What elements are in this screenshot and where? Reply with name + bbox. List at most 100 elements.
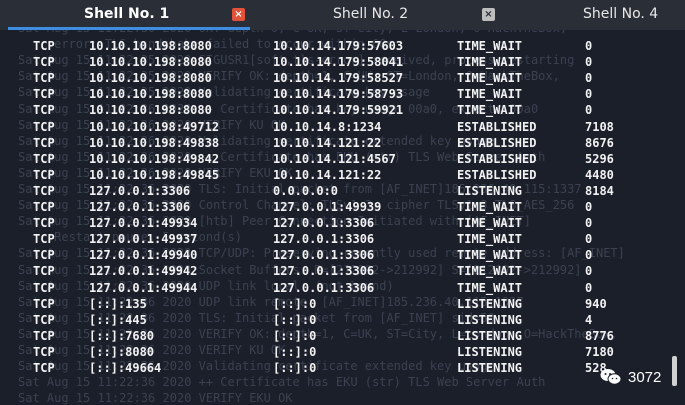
pid-cell: 4480 — [585, 167, 614, 182]
protocol-cell: TCP — [33, 344, 55, 359]
foreign-address-cell: 10.10.14.8:1234 — [273, 119, 382, 134]
protocol-cell: TCP — [33, 328, 55, 343]
watermark: 3072 — [600, 363, 661, 391]
table-row: TCP 127.0.0.1:3306 127.0.0.1:49939 TIME_WAI… — [0, 200, 685, 216]
protocol-cell: TCP — [33, 151, 55, 166]
foreign-address-cell: 127.0.0.1:3306 — [273, 280, 375, 295]
pid-cell: 0 — [585, 103, 593, 118]
pid-cell: 0 — [585, 232, 593, 247]
local-address-cell: 127.0.0.1:49944 — [89, 280, 198, 295]
local-address-cell: 127.0.0.1:49940 — [89, 248, 198, 263]
state-cell: ESTABLISHED — [457, 167, 537, 182]
table-row: TCP 10.10.10.198:49842 10.10.14.121:4567 ES… — [0, 152, 685, 168]
foreign-address-cell: 0.0.0.0:0 — [273, 183, 339, 198]
table-row: TCP 127.0.0.1:3306 0.0.0.0:0 LISTENING 8184 — [0, 184, 685, 200]
table-row: TCP 127.0.0.1:49940 127.0.0.1:3306 TIME_WAI… — [0, 248, 685, 264]
state-cell: TIME_WAIT — [457, 55, 523, 70]
terminal-output[interactable]: Sat Aug 15 11:22:30 2020 OK: depth=0, C=… — [0, 30, 685, 405]
foreign-address-cell: 10.10.14.121:22 — [273, 167, 382, 182]
pid-cell: 0 — [585, 200, 593, 214]
foreign-address-cell: 10.10.14.179:57603 — [273, 39, 404, 53]
protocol-cell: TCP — [33, 39, 55, 53]
local-address-cell: 10.10.10.198:8080 — [89, 103, 212, 118]
foreign-address-cell: 10.10.14.179:58527 — [273, 71, 404, 86]
state-cell: TIME_WAIT — [457, 216, 523, 231]
protocol-cell: TCP — [33, 264, 55, 279]
state-cell: ESTABLISHED — [457, 119, 537, 134]
state-cell: ESTABLISHED — [457, 135, 537, 150]
local-address-cell: 127.0.0.1:3306 — [89, 183, 191, 198]
local-address-cell: 10.10.10.198:49842 — [89, 151, 220, 166]
protocol-cell: TCP — [33, 232, 55, 247]
tab-label: Shell No. 4 — [583, 6, 659, 22]
foreign-address-cell: 10.10.14.179:58793 — [273, 87, 404, 102]
tab-shell-1[interactable]: Shell No. 1 × — [0, 0, 255, 30]
state-cell: TIME_WAIT — [457, 87, 523, 102]
table-row: TCP 10.10.10.198:8080 10.10.14.179:58527 TI… — [0, 71, 685, 87]
pid-cell: 0 — [585, 264, 593, 279]
table-row: TCP 10.10.10.198:8080 10.10.14.179:59921 TI… — [0, 103, 685, 119]
local-address-cell: 10.10.10.198:8080 — [89, 87, 212, 102]
foreign-address-cell: 127.0.0.1:3306 — [273, 264, 375, 279]
close-icon[interactable]: × — [482, 8, 495, 21]
protocol-cell: TCP — [33, 183, 55, 198]
wechat-icon — [600, 369, 622, 385]
table-row: TCP 10.10.10.198:8080 10.10.14.179:57603 TI… — [0, 39, 685, 55]
state-cell: TIME_WAIT — [457, 39, 523, 53]
table-row: TCP 10.10.10.198:49838 10.10.14.121:22 ESTA… — [0, 136, 685, 152]
state-cell: TIME_WAIT — [457, 264, 523, 279]
foreign-address-cell: 127.0.0.1:49939 — [273, 200, 382, 214]
local-address-cell: 10.10.10.198:8080 — [89, 39, 212, 53]
close-icon[interactable]: × — [232, 8, 245, 21]
local-address-cell: 10.10.10.198:8080 — [89, 55, 212, 70]
tab-bar: Shell No. 1 × Shell No. 2 × Shell No. 4 — [0, 0, 685, 30]
state-cell: LISTENING — [457, 312, 523, 327]
pid-cell: 8776 — [585, 328, 614, 343]
local-address-cell: [::]:7680 — [89, 328, 155, 343]
local-address-cell: 10.10.10.198:49838 — [89, 135, 220, 150]
protocol-cell: TCP — [33, 103, 55, 118]
protocol-cell: TCP — [33, 296, 55, 311]
table-row: TCP 10.10.10.198:49845 10.10.14.121:22 ESTA… — [0, 168, 685, 184]
pid-cell: 8184 — [585, 183, 614, 198]
table-row: TCP [::]:135 [::]:0 LISTENING 940 — [0, 297, 685, 313]
foreign-address-cell: [::]:0 — [273, 296, 317, 311]
table-row: TCP [::]:445 [::]:0 LISTENING 4 — [0, 313, 685, 329]
background-log-line: Sat Aug 15 11:22:36 2020 ++ Certificate … — [18, 375, 546, 390]
table-row: TCP [::]:7680 [::]:0 LISTENING 8776 — [0, 329, 685, 345]
pid-cell: 5296 — [585, 151, 614, 166]
state-cell: TIME_WAIT — [457, 232, 523, 247]
table-row: TCP 10.10.10.198:49712 10.10.14.8:1234 ESTA… — [0, 120, 685, 136]
protocol-cell: TCP — [33, 119, 55, 134]
pid-cell: 7108 — [585, 119, 614, 134]
foreign-address-cell: [::]:0 — [273, 361, 317, 375]
table-row: TCP [::]:8080 [::]:0 LISTENING 7180 — [0, 345, 685, 361]
foreign-address-cell: 127.0.0.1:3306 — [273, 232, 375, 247]
local-address-cell: 127.0.0.1:49934 — [89, 216, 198, 231]
pid-cell: 940 — [585, 296, 607, 311]
pid-cell: 0 — [585, 87, 593, 102]
protocol-cell: TCP — [33, 280, 55, 295]
table-row: TCP 10.10.10.198:8080 10.10.14.179:58793 TI… — [0, 87, 685, 103]
local-address-cell: 10.10.10.198:8080 — [89, 71, 212, 86]
state-cell: LISTENING — [457, 183, 523, 198]
local-address-cell: 127.0.0.1:3306 — [89, 200, 191, 214]
pid-cell: 0 — [585, 55, 593, 70]
local-address-cell: [::]:49664 — [89, 361, 162, 375]
tab-shell-2[interactable]: Shell No. 2 × — [255, 0, 505, 30]
state-cell: LISTENING — [457, 296, 523, 311]
scrollbar[interactable] — [672, 356, 677, 386]
tab-shell-4[interactable]: Shell No. 4 — [505, 0, 685, 30]
foreign-address-cell: 10.10.14.179:59921 — [273, 103, 404, 118]
local-address-cell: [::]:8080 — [89, 344, 155, 359]
background-log-line: Sat Aug 15 11:22:30 2020 OK: depth=0, C=… — [18, 30, 567, 35]
protocol-cell: TCP — [33, 248, 55, 263]
table-row: TCP 127.0.0.1:49944 127.0.0.1:3306 TIME_WAI… — [0, 281, 685, 297]
foreign-address-cell: 127.0.0.1:3306 — [273, 216, 375, 231]
tab-label: Shell No. 2 — [333, 6, 409, 22]
local-address-cell: 127.0.0.1:49942 — [89, 264, 198, 279]
background-log-line: Sat Aug 15 11:22:36 2020 VERIFY EKU OK — [18, 391, 293, 405]
table-row: TCP 10.10.10.198:8080 10.10.14.179:58041 TI… — [0, 55, 685, 71]
watermark-text: 3072 — [628, 368, 662, 386]
pid-cell: 8676 — [585, 135, 614, 150]
